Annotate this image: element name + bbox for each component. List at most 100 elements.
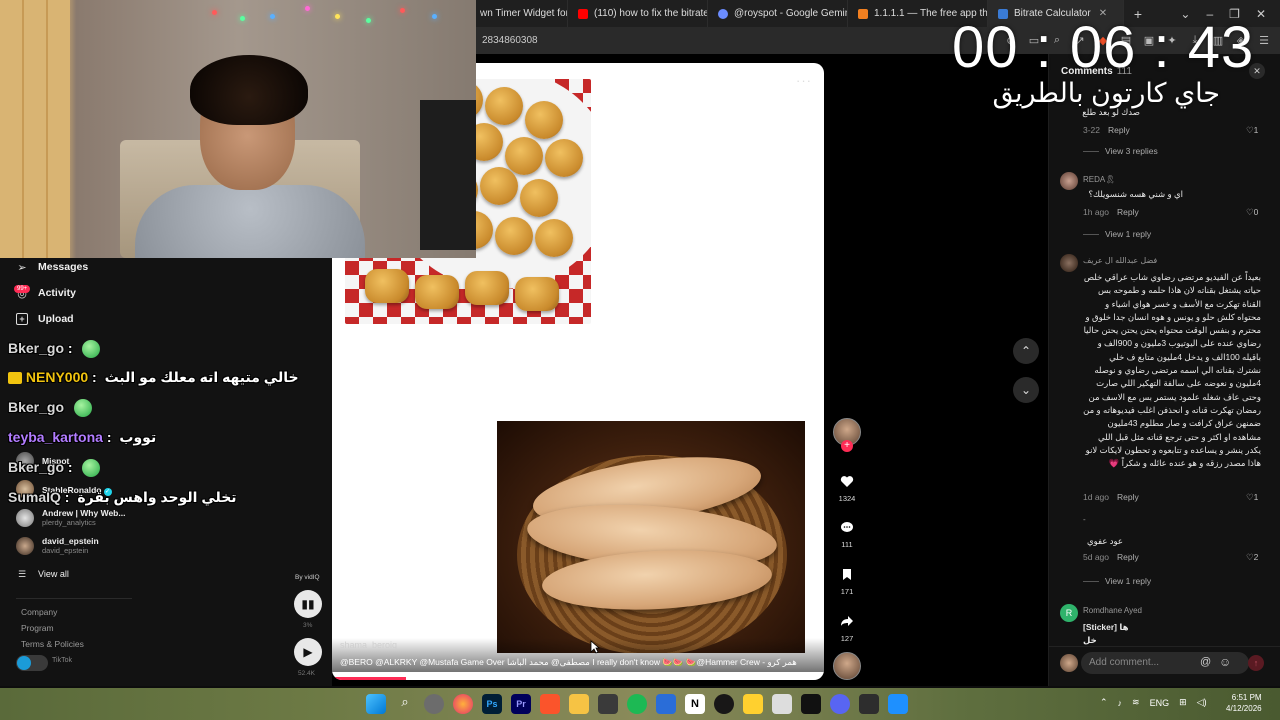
timer-subtitle: جاي كارتون بالطريق	[992, 78, 1220, 108]
mic-icon[interactable]: ♪	[1118, 698, 1123, 708]
app-icon[interactable]	[772, 694, 792, 714]
view-replies-button[interactable]: View 1 reply	[1083, 576, 1151, 586]
reply-button[interactable]: Reply	[1117, 552, 1139, 562]
url-field[interactable]: 2834860308	[476, 35, 538, 46]
following-handle: plerdy_analytics	[42, 518, 96, 527]
toggle-knob	[17, 656, 31, 670]
wifi-icon[interactable]: ≋	[1132, 697, 1140, 708]
vidiq-stats-button[interactable]: ▮▮	[294, 590, 322, 618]
creator-avatar-button[interactable]: +	[832, 418, 862, 452]
share-button[interactable]: 127	[832, 608, 862, 643]
heart-icon	[834, 468, 860, 494]
search-icon[interactable]: ⌕	[395, 694, 415, 714]
follow-plus-icon[interactable]: +	[841, 440, 853, 452]
more-options-icon[interactable]: ···	[796, 73, 812, 88]
comment-username[interactable]: REDA🎗	[1083, 175, 1115, 184]
reply-button[interactable]: Reply	[1117, 207, 1139, 217]
plus-square-icon: +	[16, 313, 28, 325]
reply-button[interactable]: Reply	[1117, 492, 1139, 502]
following-item[interactable]: david_epstein david_epstein	[16, 536, 99, 555]
chevron-up-icon[interactable]: ⌃	[1100, 697, 1108, 708]
mouse-cursor-icon	[590, 640, 600, 654]
browser-tab[interactable]: @royspot - Google Gemini	[708, 0, 848, 27]
comment-time: 3-22	[1083, 125, 1101, 135]
comment-time: 1h ago	[1083, 207, 1109, 217]
chat-separator: :	[64, 489, 70, 505]
bread-image	[497, 421, 805, 653]
comment-username[interactable]: فضل عبدالله ال عريف	[1083, 256, 1157, 265]
footer-link-program[interactable]: Program	[21, 623, 54, 633]
photoshop-icon[interactable]: Ps	[482, 694, 502, 714]
avatar[interactable]	[1060, 254, 1078, 272]
divider	[16, 598, 132, 599]
comment-button[interactable]: 111	[832, 514, 862, 549]
view-all-button[interactable]: ☰ View all	[16, 568, 69, 580]
save-button[interactable]: 171	[832, 561, 862, 596]
capcut-icon[interactable]	[801, 694, 821, 714]
video-progress-bar[interactable]	[332, 677, 824, 680]
previous-video-button[interactable]: ⌃	[1013, 338, 1039, 364]
sidebar-item-messages[interactable]: ➢ Messages	[16, 261, 88, 274]
comment-like-button[interactable]: ♡2	[1246, 552, 1258, 563]
network-icon[interactable]: ⊞	[1179, 697, 1187, 708]
github-icon[interactable]	[714, 694, 734, 714]
taskbar-clock[interactable]: 6:51 PM 4/12/2026	[1226, 692, 1262, 714]
firefox-icon[interactable]	[453, 694, 473, 714]
view-replies-button[interactable]: View 1 reply	[1083, 229, 1151, 239]
chat-text: خالي متيهه اته معلك مو البث	[104, 369, 299, 385]
language-indicator[interactable]: ENG	[1150, 698, 1170, 708]
spotify-icon[interactable]	[627, 694, 647, 714]
terminal-icon[interactable]	[859, 694, 879, 714]
green-emote-icon	[82, 459, 101, 478]
discord-icon[interactable]	[830, 694, 850, 714]
browser-tab[interactable]: (110) how to fix the bitrate on	[568, 0, 708, 27]
miro-icon[interactable]	[743, 694, 763, 714]
comment-like-button[interactable]: ♡0	[1246, 207, 1258, 218]
emoji-icon[interactable]: ☺	[1219, 655, 1231, 669]
brave-icon[interactable]	[540, 694, 560, 714]
comment-like-button[interactable]: ♡1	[1246, 492, 1258, 503]
settings-icon[interactable]	[424, 694, 444, 714]
app-icon[interactable]	[656, 694, 676, 714]
reply-button[interactable]: Reply	[1108, 125, 1130, 135]
notion-icon[interactable]: N	[685, 694, 705, 714]
following-item[interactable]: Andrew | Why Web... plerdy_analytics	[16, 508, 125, 527]
avatar[interactable]	[1060, 172, 1078, 190]
menu-icon[interactable]: ☰	[1258, 34, 1270, 47]
activity-badge: 99+	[14, 285, 31, 293]
folder-icon[interactable]	[569, 694, 589, 714]
next-video-button[interactable]: ⌄	[1013, 377, 1039, 403]
sound-avatar	[833, 652, 861, 680]
chat-text: تووب	[119, 429, 157, 445]
video-caption[interactable]: @BERO @ALKRKY @Mustafa Game Over مصطفى@ …	[332, 638, 824, 672]
green-emote-icon	[82, 340, 101, 359]
avatar[interactable]: R	[1060, 604, 1078, 622]
cloudflare-icon	[858, 8, 868, 19]
browser-tab[interactable]: wn Timer Widget for	[476, 0, 568, 27]
screen: wn Timer Widget for (110) how to fix the…	[0, 0, 1280, 720]
webcam-feed	[0, 0, 476, 258]
sound-avatar-button[interactable]	[832, 652, 862, 680]
comment-text: اي و شني هسه شنسويلك؟	[1088, 189, 1183, 199]
send-button[interactable]: ↑	[1248, 655, 1264, 671]
like-button[interactable]: 1324	[832, 468, 862, 503]
close-window-icon[interactable]: ✕	[1256, 7, 1266, 21]
premiere-icon[interactable]: Pr	[511, 694, 531, 714]
footer-link-terms[interactable]: Terms & Policies	[21, 639, 84, 649]
theme-toggle[interactable]	[16, 655, 48, 671]
comment-like-button[interactable]: ♡1	[1246, 125, 1258, 136]
mention-icon[interactable]: @	[1200, 656, 1211, 668]
chat-separator: :	[67, 340, 73, 356]
volume-icon[interactable]: ◁)	[1197, 697, 1207, 708]
comment-username[interactable]: -	[1083, 515, 1086, 524]
footer-link-company[interactable]: Company	[21, 607, 57, 617]
sidebar-item-upload[interactable]: + Upload	[16, 313, 74, 325]
vidiq-views: 52.4K	[298, 670, 315, 677]
app-icon[interactable]	[888, 694, 908, 714]
play-button[interactable]: ▶	[294, 638, 322, 666]
app-icon[interactable]	[598, 694, 618, 714]
windows-start-icon[interactable]	[366, 694, 386, 714]
youtube-icon	[578, 8, 588, 19]
comment-username[interactable]: Romdhane Ayed	[1083, 606, 1142, 615]
view-replies-button[interactable]: View 3 replies	[1083, 146, 1158, 156]
